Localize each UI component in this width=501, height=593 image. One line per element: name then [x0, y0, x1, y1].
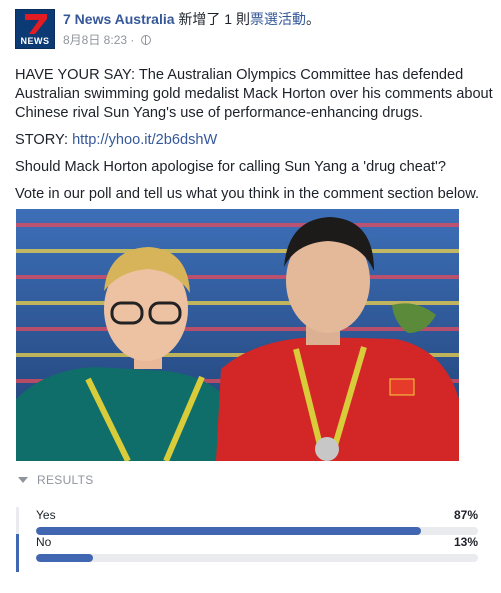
swimmers-photo-image: [16, 209, 459, 461]
story-link[interactable]: http://yhoo.it/2b6dshW: [72, 132, 217, 148]
option-label: No: [36, 535, 52, 549]
poll-event-link[interactable]: 票選活動: [250, 11, 306, 27]
caret-down-icon: [18, 477, 28, 483]
post-header: NEWS 7 News Australia 新增了 1 則票選活動。 8月8日 …: [15, 9, 491, 51]
option-indicator: [16, 534, 19, 572]
post-timestamp[interactable]: 8月8日 8:23: [63, 33, 127, 47]
globe-icon[interactable]: [140, 35, 151, 45]
avatar[interactable]: NEWS: [15, 9, 55, 49]
story-label: STORY:: [15, 132, 68, 148]
post-meta: 8月8日 8:23 ·: [63, 32, 151, 48]
meta-separator: ·: [130, 33, 135, 47]
post-text: HAVE YOUR SAY: The Australian Olympics C…: [15, 66, 493, 212]
post-photo[interactable]: [16, 209, 459, 461]
poll-option-no[interactable]: No 13%: [16, 534, 478, 572]
option-percent: 13%: [453, 535, 478, 549]
seven-logo-icon: [25, 14, 47, 34]
option-progress-track: [36, 554, 478, 562]
story-line: STORY: http://yhoo.it/2b6dshW: [15, 131, 493, 150]
avatar-label: NEWS: [20, 36, 50, 46]
option-label: Yes: [36, 508, 56, 522]
post-action-end: 。: [306, 11, 320, 27]
post-action-text: 新增了 1 則: [178, 11, 250, 27]
page-name-link[interactable]: 7 News Australia: [63, 11, 175, 27]
option-progress-fill: [36, 554, 94, 562]
results-label: RESULTS: [37, 473, 94, 487]
post-paragraph: HAVE YOUR SAY: The Australian Olympics C…: [15, 67, 493, 121]
poll-results-toggle[interactable]: RESULTS: [18, 473, 94, 487]
post-paragraph: Vote in our poll and tell us what you th…: [15, 186, 480, 202]
post-paragraph: Should Mack Horton apologise for calling…: [15, 159, 446, 175]
post-title-line: 7 News Australia 新增了 1 則票選活動。: [63, 10, 320, 28]
option-percent: 87%: [453, 508, 478, 522]
